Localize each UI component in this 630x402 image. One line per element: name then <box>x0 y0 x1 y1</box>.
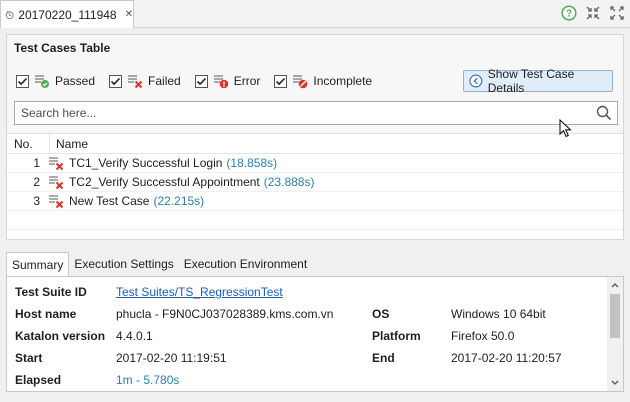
failed-icon <box>49 176 64 190</box>
help-icon[interactable]: ? <box>560 4 578 22</box>
show-test-case-details-button[interactable]: Show Test Case Details <box>463 67 613 95</box>
elapsed-value: 1m - 5.780s <box>116 373 180 387</box>
scrollbar-thumb[interactable] <box>610 294 620 338</box>
host-name-value: phucla - F9N0CJ037028389.kms.com.vn <box>116 307 334 321</box>
test-case-duration: (22.215s) <box>153 194 205 208</box>
scroll-up-icon[interactable] <box>607 278 623 292</box>
search-box[interactable] <box>14 101 618 125</box>
platform-label: Platform <box>372 329 421 343</box>
collapse-icon[interactable] <box>584 4 602 22</box>
platform-value: Firefox 50.0 <box>451 329 515 343</box>
summary-panel: Test Suite ID Test Suites/TS_RegressionT… <box>6 276 624 392</box>
start-value: 2017-02-20 11:19:51 <box>116 351 227 365</box>
host-name-label: Host name <box>15 307 77 321</box>
error-checkbox[interactable] <box>194 74 208 88</box>
section-title: Test Cases Table <box>14 41 111 55</box>
editor-tab-report[interactable]: 20170220_111948 ✕ <box>0 0 134 28</box>
report-clock-icon <box>5 10 14 19</box>
start-label: Start <box>15 351 43 365</box>
incomplete-label: Incomplete <box>313 74 373 88</box>
test-case-duration: (18.858s) <box>226 156 278 170</box>
test-case-name: TC1_Verify Successful Login <box>69 156 223 170</box>
editor-tab-bar: 20170220_111948 ✕ ? <box>0 0 630 28</box>
column-header-no[interactable]: No. <box>7 137 49 151</box>
failed-icon <box>49 157 64 171</box>
table-row[interactable]: 3 New Test Case (22.215s) <box>7 192 623 211</box>
katalon-version-label: Katalon version <box>15 329 106 343</box>
filter-failed[interactable]: Failed <box>109 73 181 89</box>
passed-icon <box>35 75 49 88</box>
elapsed-label: Elapsed <box>15 373 62 387</box>
table-row[interactable]: 1 TC1_Verify Successful Login (18.858s) <box>7 154 623 173</box>
editor-tab-title: 20170220_111948 <box>18 7 117 22</box>
suite-id-label: Test Suite ID <box>15 285 87 299</box>
expand-icon[interactable] <box>608 4 626 22</box>
test-case-name: TC2_Verify Successful Appointment <box>69 175 260 189</box>
row-number: 2 <box>33 175 40 189</box>
empty-row <box>7 211 623 230</box>
filter-passed[interactable]: Passed <box>16 73 95 89</box>
search-input[interactable] <box>15 103 594 123</box>
tab-execution-settings[interactable]: Execution Settings <box>69 252 178 276</box>
row-number: 3 <box>33 194 40 208</box>
vertical-scrollbar[interactable] <box>607 277 623 391</box>
incomplete-icon <box>293 75 308 89</box>
os-label: OS <box>372 307 390 321</box>
os-value: Windows 10 64bit <box>451 307 546 321</box>
scroll-down-icon[interactable] <box>607 376 623 390</box>
error-label: Error <box>233 74 261 88</box>
end-label: End <box>372 351 395 365</box>
tab-execution-environment[interactable]: Execution Environment <box>179 252 312 276</box>
details-button-label: Show Test Case Details <box>487 67 575 95</box>
end-value: 2017-02-20 11:20:57 <box>451 351 562 365</box>
svg-text:?: ? <box>566 9 572 20</box>
arrow-left-circle-icon <box>469 74 483 88</box>
test-case-name: New Test Case <box>69 194 150 208</box>
test-case-duration: (23.888s) <box>263 175 315 189</box>
test-cases-table: No. Name 1 TC1_Verify Successful Login (… <box>7 133 623 239</box>
incomplete-checkbox[interactable] <box>274 74 288 88</box>
table-header: No. Name <box>7 134 623 154</box>
mouse-cursor-icon <box>559 119 572 138</box>
failed-icon <box>49 195 64 209</box>
bottom-tabs: Summary Execution Settings Execution Env… <box>6 252 312 276</box>
failed-label: Failed <box>148 74 181 88</box>
close-icon[interactable]: ✕ <box>125 9 133 20</box>
failed-checkbox[interactable] <box>109 74 123 88</box>
test-cases-panel: Test Cases Table Passed Failed Error Inc… <box>6 34 624 240</box>
failed-icon <box>128 75 143 89</box>
passed-label: Passed <box>55 74 96 88</box>
tab-summary[interactable]: Summary <box>6 252 70 276</box>
search-icon[interactable] <box>594 103 614 123</box>
table-row[interactable]: 2 TC2_Verify Successful Appointment (23.… <box>7 173 623 192</box>
status-filters: Passed Failed Error Incomplete <box>16 73 386 89</box>
suite-id-link[interactable]: Test Suites/TS_RegressionTest <box>116 285 283 299</box>
error-icon <box>213 75 229 89</box>
katalon-version-value: 4.4.0.1 <box>116 329 153 343</box>
filter-error[interactable]: Error <box>194 73 261 89</box>
filter-incomplete[interactable]: Incomplete <box>274 73 372 89</box>
column-header-name[interactable]: Name <box>49 134 88 153</box>
passed-checkbox[interactable] <box>16 74 29 88</box>
row-number: 1 <box>33 156 40 170</box>
